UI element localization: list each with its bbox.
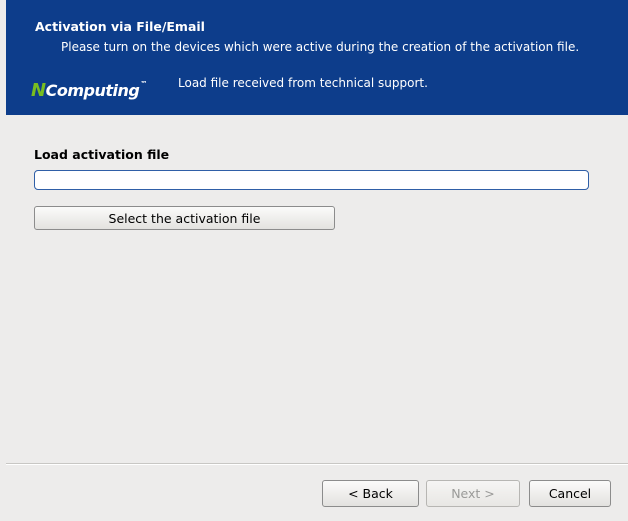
load-activation-file-label: Load activation file <box>34 147 170 162</box>
logo-mark: N <box>31 80 46 101</box>
wizard-subtitle: Load file received from technical suppor… <box>178 76 428 90</box>
logo-trademark: ™ <box>140 80 147 88</box>
footer-separator <box>6 463 628 465</box>
activation-file-path-input[interactable] <box>34 170 589 190</box>
wizard-description: Please turn on the devices which were ac… <box>61 40 580 54</box>
next-button[interactable]: Next > <box>426 480 520 507</box>
back-button[interactable]: < Back <box>322 480 419 507</box>
wizard-title: Activation via File/Email <box>35 19 205 34</box>
cancel-button[interactable]: Cancel <box>529 480 611 507</box>
select-activation-file-button[interactable]: Select the activation file <box>34 206 335 230</box>
wizard-header: Activation via File/Email Please turn on… <box>6 0 628 115</box>
ncomputing-logo: NComputing™ <box>31 80 147 101</box>
logo-text: Computing <box>45 81 140 100</box>
